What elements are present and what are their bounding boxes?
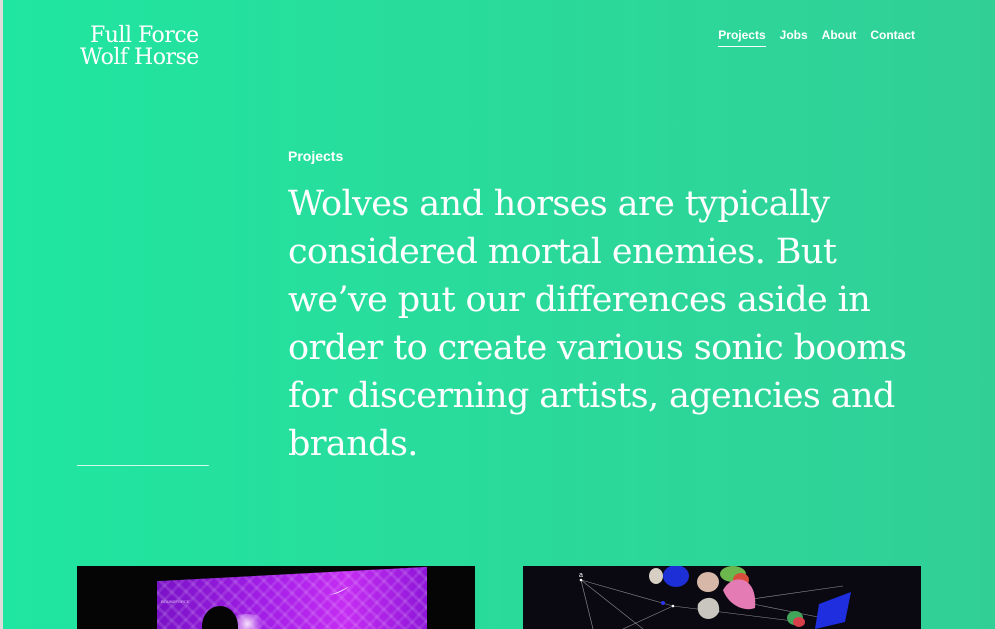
main-nav: Projects Jobs About Contact — [718, 28, 915, 47]
nike-swoosh-icon — [326, 585, 350, 595]
project-card-nike[interactable]: BOUNDFORCE — [77, 566, 475, 629]
nav-item-about[interactable]: About — [822, 28, 857, 47]
logo-line-2: Wolf Horse — [80, 45, 199, 70]
window-edge — [0, 0, 3, 629]
nav-item-contact[interactable]: Contact — [870, 28, 915, 47]
project-thumbnail-collage: a — [579, 566, 851, 629]
thumbnail-caption: BOUNDFORCE — [161, 599, 190, 604]
intro-headline: Wolves and horses are typically consider… — [288, 184, 907, 464]
section-label: Projects — [288, 148, 344, 164]
thumbnail-caption: a — [579, 572, 583, 579]
nav-item-projects[interactable]: Projects — [718, 28, 766, 47]
site-logo[interactable]: Full Force Wolf Horse — [80, 25, 220, 69]
nav-item-jobs[interactable]: Jobs — [780, 28, 808, 47]
divider — [77, 465, 209, 466]
logo-line-1: Full Force — [90, 23, 199, 48]
project-thumbnail-nike — [157, 566, 427, 629]
project-card-collage[interactable]: a — [523, 566, 921, 629]
